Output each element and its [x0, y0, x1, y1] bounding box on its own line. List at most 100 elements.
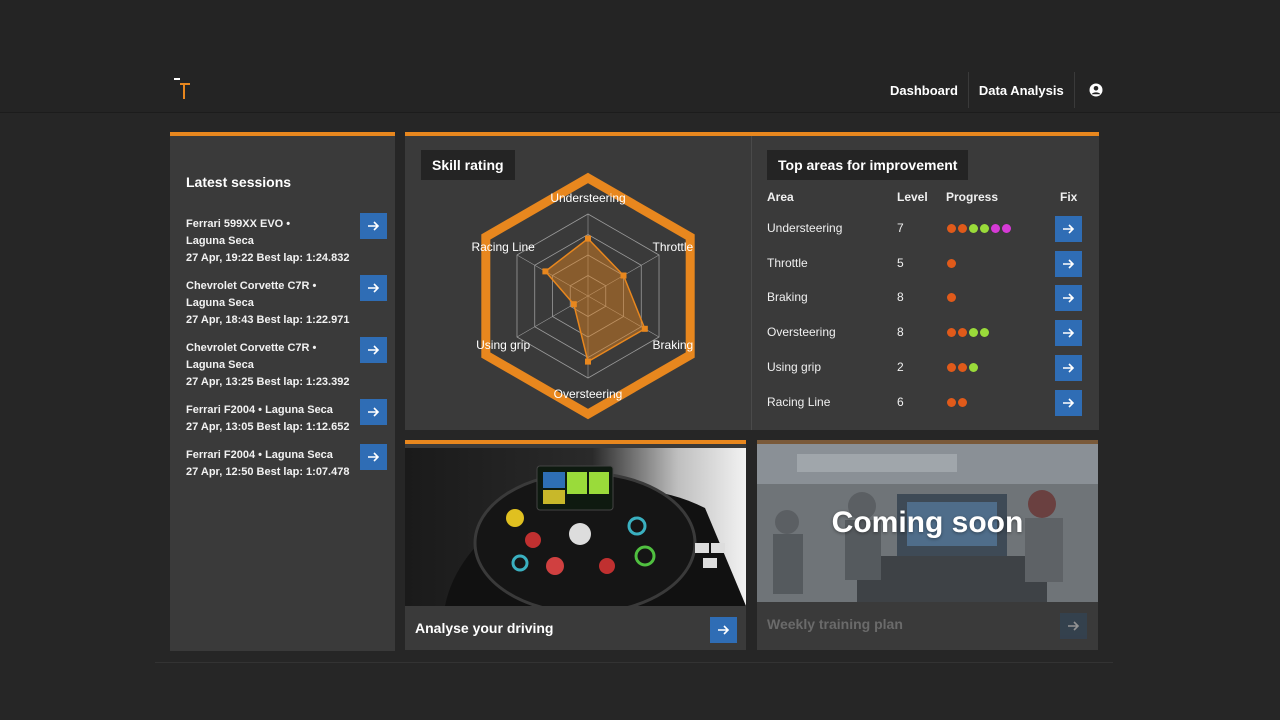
progress-dot: [1002, 224, 1011, 233]
user-account-button[interactable]: [1073, 72, 1118, 108]
improvement-level: 7: [897, 221, 904, 235]
weekly-plan-button: [1060, 613, 1087, 639]
progress-dot: [947, 362, 956, 372]
improvement-area: Oversteering: [767, 325, 836, 340]
nav-data-analysis[interactable]: Data Analysis: [967, 72, 1074, 108]
radar-point: [641, 325, 648, 332]
progress-dot: [980, 328, 989, 338]
skill-radar-chart: Understeering Throttle Braking Oversteering…: [471, 172, 695, 420]
skill-overview-panel: Skill rating Understeering Throttle Brakin…: [405, 132, 1099, 430]
arrow-right-icon: [1063, 293, 1075, 303]
fix-button[interactable]: [1055, 389, 1082, 416]
radar-point: [585, 358, 591, 365]
radar-point: [570, 301, 577, 308]
radar-point: [585, 235, 591, 242]
weekly-card-title: Weekly training plan: [767, 616, 903, 632]
progress-dot: [991, 224, 1000, 233]
user-circle-icon: [1089, 83, 1103, 97]
top-navigation-bar: Dashboard Data Analysis: [0, 0, 1280, 113]
progress-dot: [947, 328, 956, 338]
fix-button[interactable]: [1055, 354, 1082, 381]
progress-dot: [969, 362, 978, 372]
progress-dots: [947, 397, 967, 407]
progress-dots: [947, 328, 989, 338]
progress-dots: [947, 293, 956, 303]
brand-logo[interactable]: [172, 74, 194, 100]
progress-dot: [947, 258, 956, 268]
progress-dot: [947, 293, 956, 303]
progress-dot: [969, 224, 978, 233]
progress-dot: [947, 224, 956, 233]
arrow-right-icon: [368, 221, 380, 231]
header-area: Area: [767, 190, 794, 204]
analyse-driving-card[interactable]: Analyse your driving: [405, 440, 746, 650]
sessions-title: Latest sessions: [186, 174, 292, 190]
open-session-button[interactable]: [360, 399, 387, 425]
improvement-title: Top areas for improvement: [767, 150, 969, 180]
improvement-area: Racing Line: [767, 394, 831, 409]
radar-skill-area: [544, 237, 646, 363]
radar-axis-label: Understeering: [550, 191, 625, 205]
improvement-level: 2: [897, 359, 904, 374]
progress-dot: [947, 397, 956, 407]
arrow-right-icon: [368, 452, 380, 462]
weekly-training-card: Coming soon Weekly training plan: [757, 440, 1098, 650]
arrow-right-icon: [718, 625, 730, 635]
progress-dot: [980, 224, 989, 233]
progress-dot: [958, 362, 967, 372]
analyse-card-title: Analyse your driving: [415, 620, 554, 636]
progress-dots: [947, 258, 956, 268]
fix-button[interactable]: [1055, 250, 1082, 277]
session-time-line: 27 Apr, 19:22 Best lap: 1:24.832: [186, 252, 350, 264]
arrow-right-icon: [368, 345, 380, 355]
open-session-button[interactable]: [360, 444, 387, 470]
improvement-level: 6: [897, 394, 904, 409]
improvement-area: Braking: [767, 290, 808, 305]
radar-point: [620, 272, 627, 279]
radar-axis-label: Throttle: [653, 240, 694, 254]
header-fix: Fix: [1060, 190, 1078, 204]
fix-button[interactable]: [1055, 216, 1082, 242]
progress-dot: [958, 224, 967, 233]
arrow-right-icon: [1063, 363, 1075, 373]
improvement-level: 8: [897, 290, 904, 305]
latest-sessions-panel: Latest sessions Ferrari 599XX EVO • Lagu…: [170, 132, 395, 651]
fix-button[interactable]: [1055, 320, 1082, 347]
nav-dashboard[interactable]: Dashboard: [880, 72, 968, 108]
improvement-level: 5: [897, 255, 904, 270]
arrow-right-icon: [368, 283, 380, 293]
progress-dot: [958, 328, 967, 338]
header-progress: Progress: [946, 190, 999, 204]
improvement-area: Understeering: [767, 221, 843, 235]
progress-dots: [947, 224, 1011, 233]
arrow-right-icon: [1063, 259, 1075, 269]
progress-dot: [969, 328, 978, 338]
arrow-right-icon: [1063, 224, 1075, 234]
open-session-button[interactable]: [360, 337, 387, 363]
fix-button[interactable]: [1055, 285, 1082, 312]
radar-point: [542, 268, 549, 275]
open-session-button[interactable]: [360, 213, 387, 239]
open-session-button[interactable]: [360, 275, 387, 301]
progress-dots: [947, 362, 978, 372]
arrow-right-icon: [1063, 397, 1075, 408]
panel-divider: [751, 136, 752, 430]
coming-soon-overlay: Coming soon: [831, 506, 1024, 539]
arrow-right-icon: [1063, 328, 1075, 338]
radar-axis-label: Braking: [653, 338, 694, 352]
arrow-right-icon: [1068, 621, 1080, 631]
header-level: Level: [897, 190, 928, 204]
improvement-area: Throttle: [767, 255, 808, 270]
session-time-line: 27 Apr, 18:43 Best lap: 1:22.971: [186, 314, 350, 326]
main-nav: Dashboard Data Analysis: [880, 72, 1118, 108]
steering-wheel-image: [405, 448, 746, 606]
radar-axis-label: Racing Line: [471, 240, 535, 254]
radar-axis-label: Using grip: [476, 338, 530, 352]
improvement-level: 8: [897, 325, 904, 340]
progress-dot: [958, 397, 967, 407]
analyse-driving-button[interactable]: [710, 617, 737, 643]
footer-divider: [155, 662, 1113, 663]
arrow-right-icon: [368, 407, 380, 417]
radar-axis-label: Oversteering: [554, 387, 623, 401]
session-time-line: 27 Apr, 13:25 Best lap: 1:23.392: [186, 376, 350, 388]
